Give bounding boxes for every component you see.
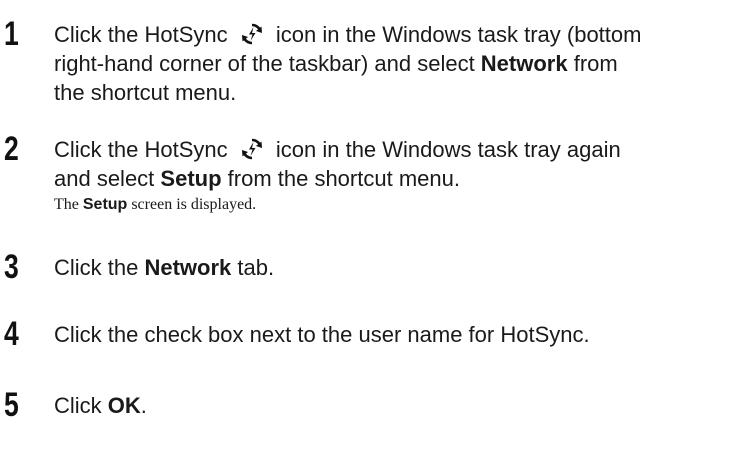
step-number: 3 bbox=[4, 248, 19, 286]
step-text: Click the Network tab. bbox=[54, 255, 275, 280]
step-number: 4 bbox=[4, 315, 19, 353]
step-number: 1 bbox=[4, 15, 19, 53]
hotsync-icon bbox=[241, 23, 262, 45]
step-note: The Setup screen is displayed. bbox=[54, 196, 257, 213]
menu-item-network: Network bbox=[480, 51, 568, 76]
menu-item-setup: Setup bbox=[160, 166, 222, 191]
step-number: 2 bbox=[4, 130, 19, 168]
step-text: Click the check box next to the user nam… bbox=[54, 322, 590, 347]
step-text: Click OK. bbox=[54, 393, 147, 418]
step-text: Click the HotSync icon in the Windows ta… bbox=[54, 135, 754, 216]
ok-label: OK bbox=[107, 393, 141, 418]
hotsync-icon bbox=[241, 138, 262, 160]
step-number: 5 bbox=[4, 386, 19, 424]
step-text: Click the HotSync icon in the Windows ta… bbox=[54, 22, 642, 105]
tab-network: Network bbox=[144, 255, 232, 280]
